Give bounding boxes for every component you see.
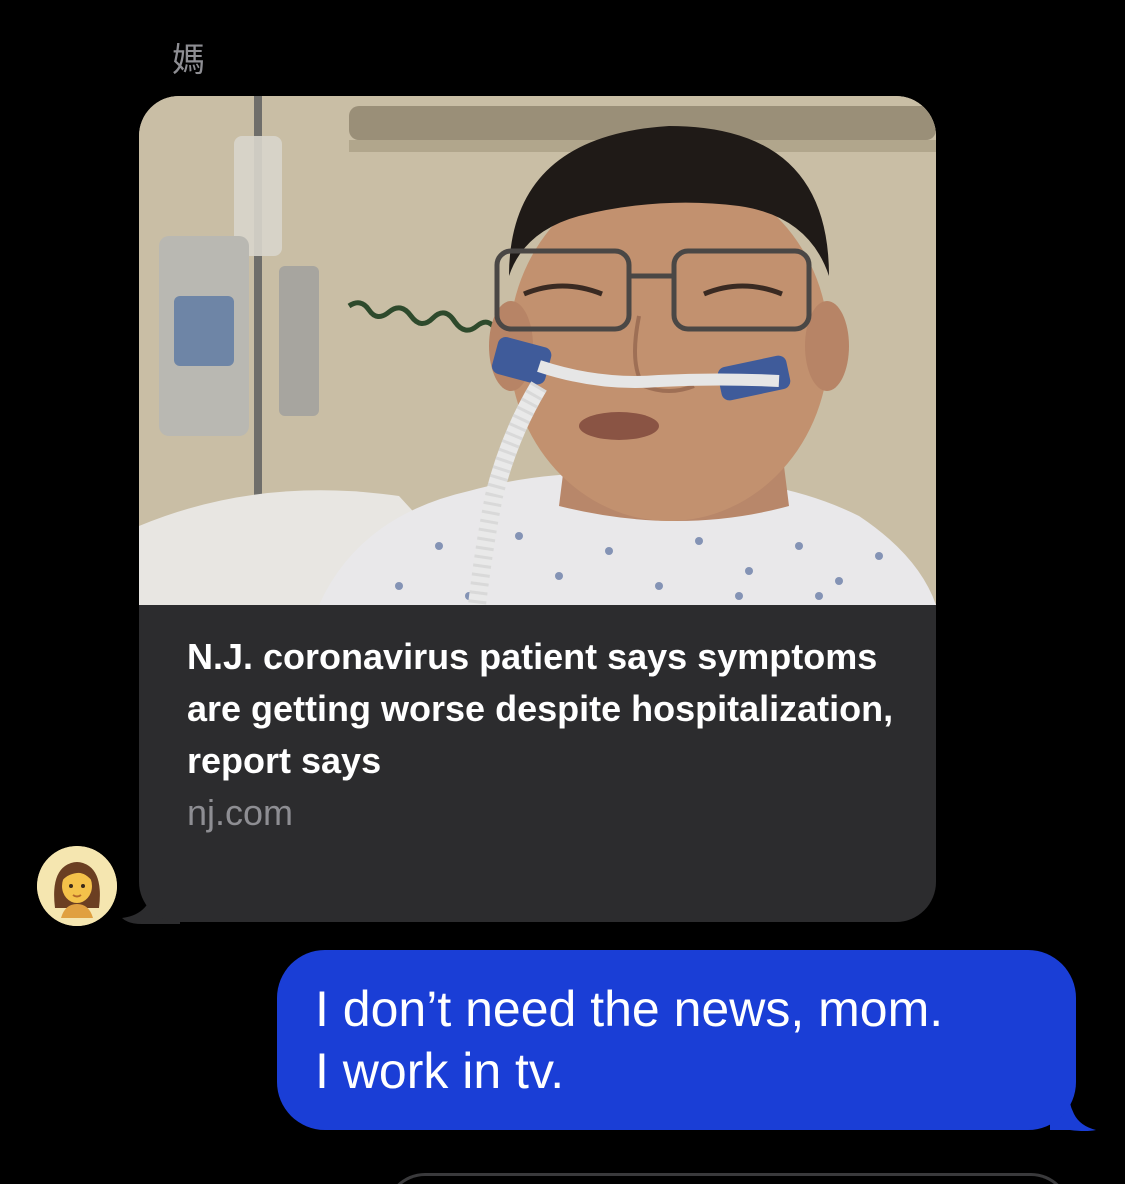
messages-thread: 媽 N.J. coronavirus patient says symptoms… <box>0 0 1125 1184</box>
link-preview-title: N.J. coronavirus patient says symptoms a… <box>187 636 894 781</box>
next-message-bubble-edge <box>385 1173 1071 1184</box>
outgoing-message-text: I don’t need the news, mom. I work in tv… <box>315 978 1055 1102</box>
link-preview-bubble[interactable]: N.J. coronavirus patient says symptoms a… <box>139 96 936 922</box>
link-preview-image <box>139 96 936 605</box>
outgoing-message-line-1: I don’t need the news, mom. <box>315 981 944 1037</box>
outgoing-message-line-2: I work in tv. <box>315 1043 565 1099</box>
outgoing-message-bubble[interactable]: I don’t need the news, mom. I work in tv… <box>277 950 1076 1130</box>
woman-emoji-avatar-icon[interactable] <box>37 846 117 926</box>
link-preview-domain: nj.com <box>187 792 294 833</box>
sender-name: 媽 <box>172 40 205 79</box>
link-preview-text: N.J. coronavirus patient says symptoms a… <box>187 631 907 839</box>
